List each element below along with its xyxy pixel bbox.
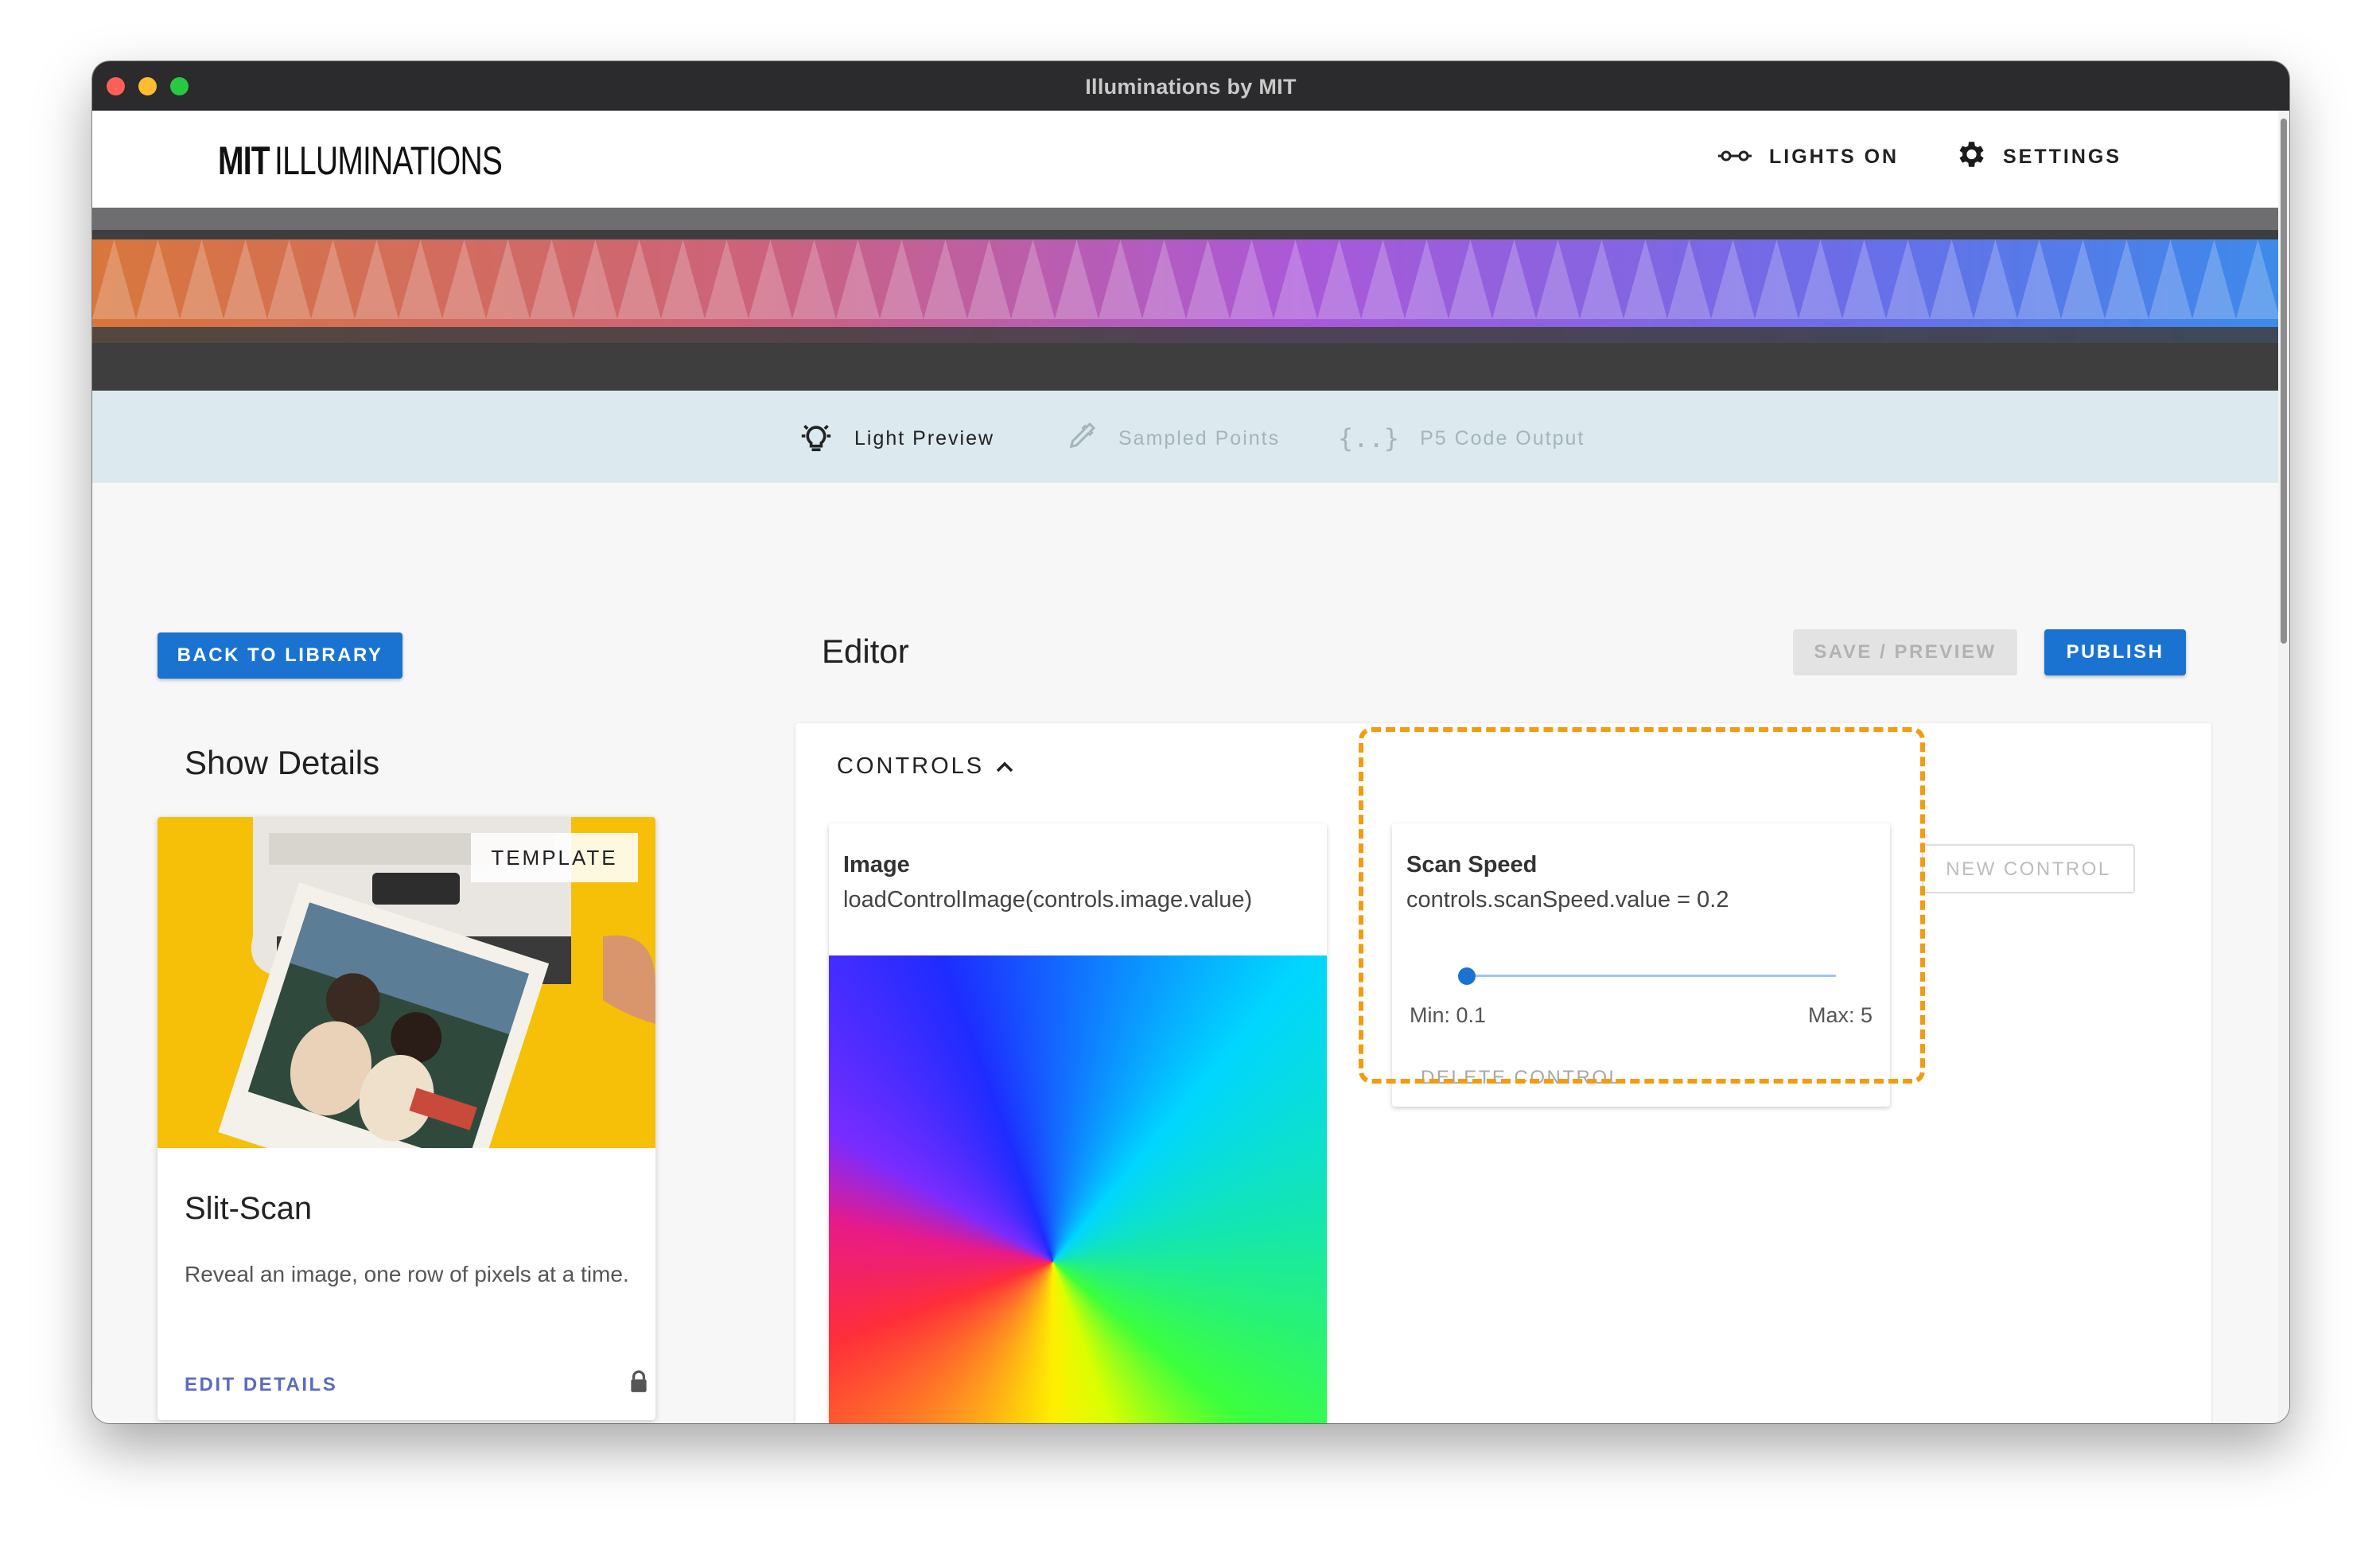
logo-mit: MIT [218,138,270,183]
scan-speed-slider-thumb[interactable] [1457,967,1476,985]
light-pattern-graphic [92,230,2278,391]
tab-p5-code-output[interactable]: {..} P5 Code Output [1338,421,1585,456]
scrollbar-thumb[interactable] [2281,119,2287,644]
scan-speed-slider-track[interactable] [1459,975,1836,977]
editor-content: BACK TO LIBRARY Editor SAVE / PREVIEW PU… [92,483,2278,1423]
image-control-preview[interactable] [829,955,1327,1423]
window-scrollbar[interactable] [2278,111,2289,1423]
code-braces-icon: {..} [1338,423,1400,453]
slider-max-label: Max: 5 [1807,1003,1872,1027]
app-header: MIT ILLUMINATIONS LIGHTS ON SETTINGS [92,111,2278,208]
controls-collapse-toggle[interactable]: CONTROLS [837,753,1014,780]
edit-details-link[interactable]: EDIT DETAILS [185,1374,337,1396]
new-control-button[interactable]: NEW CONTROL [1922,844,2135,893]
publish-button[interactable]: PUBLISH [2044,629,2186,675]
image-control-code: loadControlImage(controls.image.value) [843,887,1253,913]
gear-icon [1954,138,1987,177]
lights-on-label: LIGHTS ON [1769,145,1900,168]
tab-label: Sampled Points [1118,426,1281,449]
tab-sampled-points[interactable]: Sampled Points [1066,421,1280,456]
image-control-card: Image loadControlImage(controls.image.va… [829,823,1327,1423]
editor-title: Editor [822,632,909,670]
tab-light-preview[interactable]: Light Preview [799,421,994,456]
template-badge: TEMPLATE [471,833,638,882]
title-bar: Illuminations by MIT [92,61,2289,111]
show-description: Reveal an image, one row of pixels at a … [185,1262,629,1286]
scan-speed-control-card: Scan Speed controls.scanSpeed.value = 0.… [1392,823,1890,1107]
lock-icon[interactable] [628,1370,649,1398]
back-to-library-button[interactable]: BACK TO LIBRARY [158,632,402,679]
tab-label: Light Preview [854,426,995,449]
slider-min-label: Min: 0.1 [1410,1003,1487,1027]
mit-illuminations-logo[interactable]: MIT ILLUMINATIONS [218,138,503,184]
lightbulb-icon [799,420,834,457]
show-title: Slit-Scan [185,1191,313,1226]
show-card: TEMPLATE Slit-Scan Reveal an image, one … [158,817,655,1420]
tab-label: P5 Code Output [1420,426,1585,449]
chevron-up-icon [995,753,1014,780]
light-preview-strip [92,208,2278,391]
image-control-name: Image [843,852,910,878]
scan-speed-control-code: controls.scanSpeed.value = 0.2 [1406,887,1729,913]
settings-button[interactable]: SETTINGS [1954,139,2121,174]
light-switch-icon [1717,146,1753,169]
scan-speed-control-name: Scan Speed [1406,852,1538,878]
lights-on-button[interactable]: LIGHTS ON [1717,139,1899,174]
app-window: Illuminations by MIT MIT ILLUMINATIONS LI… [92,61,2289,1423]
save-preview-button[interactable]: SAVE / PREVIEW [1793,629,2017,675]
eyedropper-icon [1066,420,1098,457]
settings-label: SETTINGS [2003,145,2122,168]
show-details-heading: Show Details [185,744,380,781]
window-title: Illuminations by MIT [1085,75,1297,99]
logo-illuminations: ILLUMINATIONS [274,138,503,183]
delete-control-button[interactable]: DELETE CONTROL [1421,1067,1621,1089]
controls-label: CONTROLS [837,753,985,779]
controls-panel: CONTROLS Image loadControlImage(controls… [795,723,2211,1423]
show-thumbnail-image: TEMPLATE [158,817,655,1148]
preview-tab-bar: Light Preview Sampled Points {..} P5 Cod… [92,391,2278,483]
